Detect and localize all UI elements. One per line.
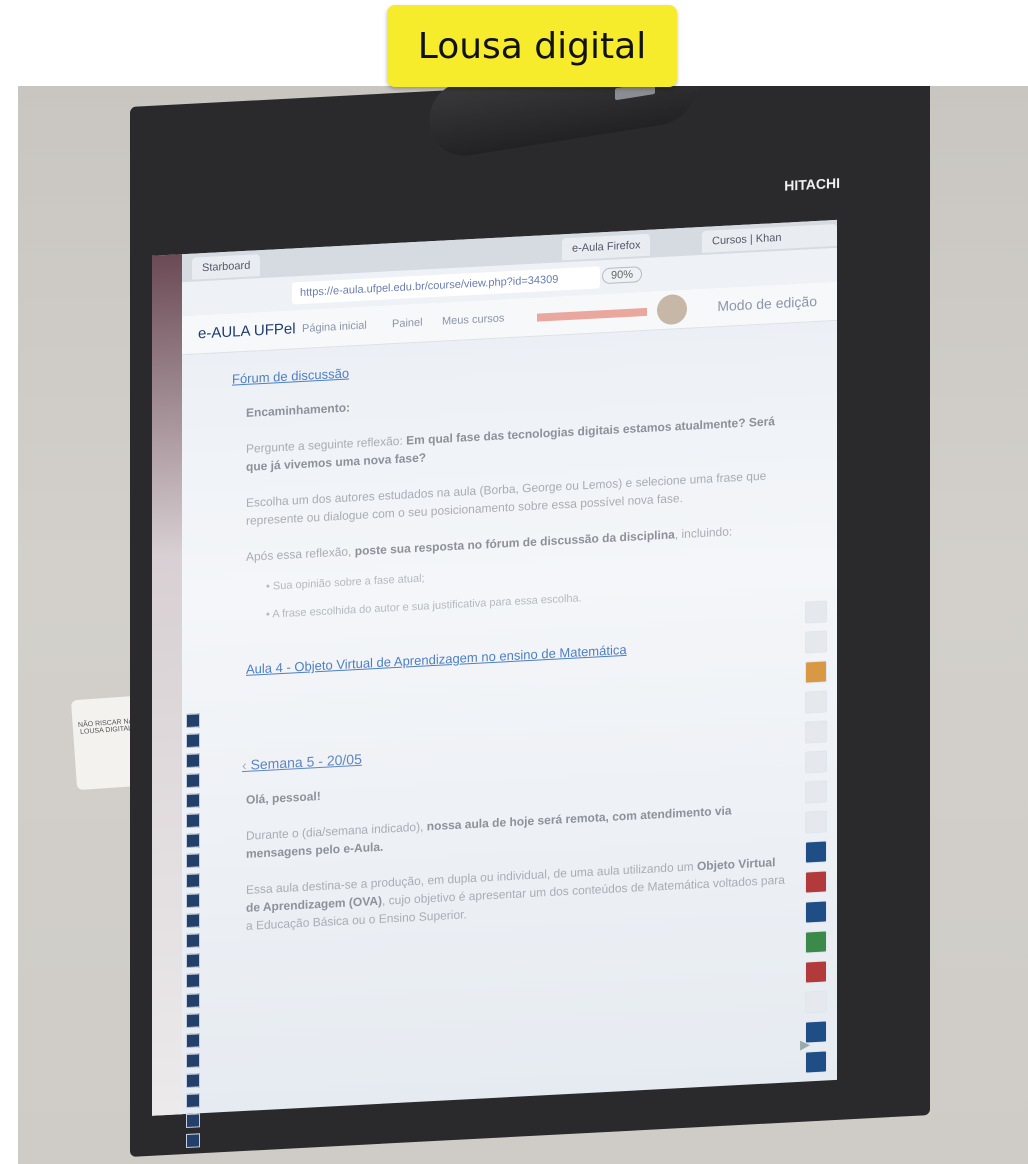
pen-red-2-icon[interactable]	[805, 960, 827, 984]
board-brand: HITACHI	[784, 174, 840, 194]
pen-tool-icon[interactable]	[186, 893, 200, 909]
camera-leds-icon	[615, 86, 655, 101]
note-tool-icon[interactable]	[805, 660, 827, 684]
tab-window-title[interactable]: e-Aula Firefox	[562, 233, 651, 261]
pen-tool-icon[interactable]	[186, 1093, 200, 1109]
projected-screen: Starboard e-Aula Firefox Cursos | Khan A…	[152, 219, 837, 1149]
whiteboard-toolbar	[805, 600, 827, 1074]
pen-tool-icon[interactable]	[186, 933, 200, 949]
heading-text: Encaminhamento:	[246, 400, 351, 420]
pen-tool-icon[interactable]	[186, 833, 200, 849]
pen-tool-icon[interactable]	[186, 1033, 200, 1049]
pen-red-icon[interactable]	[805, 870, 827, 894]
interactive-whiteboard: HITACHI Starboard e-Aula Firefox Cursos …	[130, 86, 930, 1157]
page-prev-icon[interactable]	[805, 720, 827, 744]
pen-tool-icon[interactable]	[186, 733, 200, 749]
aula-link[interactable]: Aula 4 - Objeto Virtual de Aprendizagem …	[246, 633, 792, 677]
pen-tool-icon[interactable]	[186, 1133, 200, 1149]
pen-tool-icon[interactable]	[186, 773, 200, 789]
select-tool-icon[interactable]	[805, 600, 827, 624]
course-content: Fórum de discussão Encaminhamento: Pergu…	[232, 342, 792, 935]
pen-tool-icon[interactable]	[186, 813, 200, 829]
pen-black-icon[interactable]	[805, 840, 827, 864]
red-bar	[537, 307, 647, 322]
pen-tool-icon[interactable]	[186, 953, 200, 969]
paragraph-2: Escolha um dos autores estudados na aula…	[246, 468, 767, 528]
eraser-tool-icon[interactable]	[805, 810, 827, 834]
pointer-cursor-icon: ▸	[800, 1033, 811, 1056]
play-icon[interactable]	[657, 293, 687, 326]
edit-mode-toggle[interactable]: Modo de edição	[717, 293, 817, 314]
paragraph-1: Pergunte a seguinte reflexão: Em qual fa…	[246, 411, 792, 476]
site-brand[interactable]: e-AULA UFPel	[198, 320, 296, 342]
page-next-icon[interactable]	[805, 750, 827, 774]
menu-home[interactable]: Página inicial	[302, 320, 367, 335]
paragraph-4: Durante o (dia/semana indicado), nossa a…	[246, 798, 792, 863]
pen-tool-icon[interactable]	[186, 793, 200, 809]
p3-post: , incluindo:	[674, 524, 733, 542]
wifi-tool-icon[interactable]	[805, 990, 827, 1014]
pen-tool-icon[interactable]	[186, 853, 200, 869]
tab-starboard[interactable]: Starboard	[192, 254, 261, 280]
pen-blue-icon[interactable]	[805, 900, 827, 924]
pen-tool-icon[interactable]	[186, 1013, 200, 1029]
bullet-2-text: A frase escolhida do autor e sua justifi…	[272, 592, 582, 621]
os-launcher-bar	[152, 254, 182, 1116]
menu-dashboard[interactable]: Painel	[392, 317, 423, 331]
projector-camera	[430, 86, 700, 162]
greeting-text: Olá, pessoal!	[246, 788, 321, 807]
left-tool-strip	[186, 713, 200, 1149]
pen-tool-icon[interactable]	[186, 1113, 200, 1129]
caption-label: Lousa digital	[387, 5, 677, 87]
pen-tool-icon[interactable]	[186, 913, 200, 929]
p3-pre: Após essa reflexão,	[246, 544, 352, 564]
pen-tool-icon[interactable]	[186, 713, 200, 729]
menu-courses[interactable]: Meus cursos	[442, 312, 504, 327]
pen-tool-icon[interactable]	[186, 1073, 200, 1089]
paragraph-5: Essa aula destina-se a produção, em dupl…	[246, 852, 792, 935]
hand-tool-icon[interactable]	[805, 630, 827, 654]
pen-tool-icon[interactable]	[186, 873, 200, 889]
bullet-1-text: Sua opinião sobre a fase atual;	[272, 572, 425, 593]
pen-tool-icon[interactable]	[186, 1053, 200, 1069]
page-add-icon[interactable]	[805, 690, 827, 714]
photo: NÃO RISCAR NA LOUSA DIGITAL HITACHI Star…	[18, 86, 1028, 1164]
zoom-level[interactable]: 90%	[602, 266, 643, 285]
p3-bold: poste sua resposta no fórum de discussão…	[354, 527, 675, 559]
pen-tool-icon[interactable]	[186, 993, 200, 1009]
pen-green-icon[interactable]	[805, 930, 827, 954]
copy-tool-icon[interactable]	[805, 780, 827, 804]
pen-tool-icon[interactable]	[186, 753, 200, 769]
pen-tool-icon[interactable]	[186, 973, 200, 989]
p4-pre: Durante o (dia/semana indicado),	[246, 819, 424, 843]
